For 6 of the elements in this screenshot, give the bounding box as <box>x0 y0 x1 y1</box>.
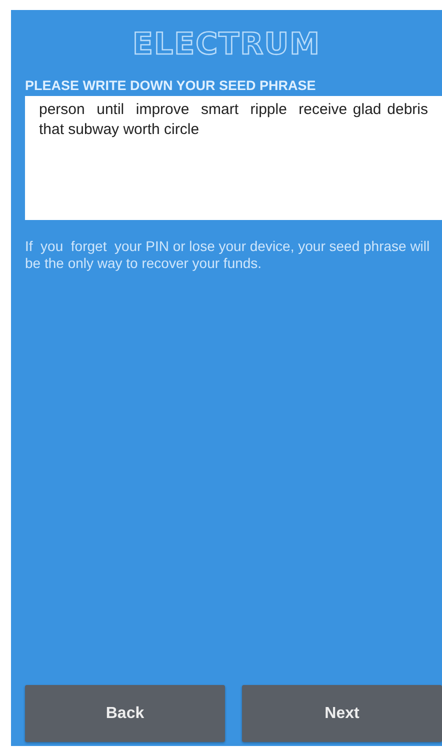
warning-text: If you forget your PIN or lose your device, your seed phrase will be the only way to recover your funds. <box>25 238 431 272</box>
logo: ELECTRUM <box>132 28 320 62</box>
heading: PLEASE WRITE DOWN YOUR SEED PHRASE <box>25 78 317 94</box>
nav-button[interactable]: Back <box>25 685 225 742</box>
nav-button[interactable]: Next <box>242 685 442 742</box>
seed-phrase-box: person until improve smart ripple receive glad debris that subway worth circle <box>25 96 442 220</box>
